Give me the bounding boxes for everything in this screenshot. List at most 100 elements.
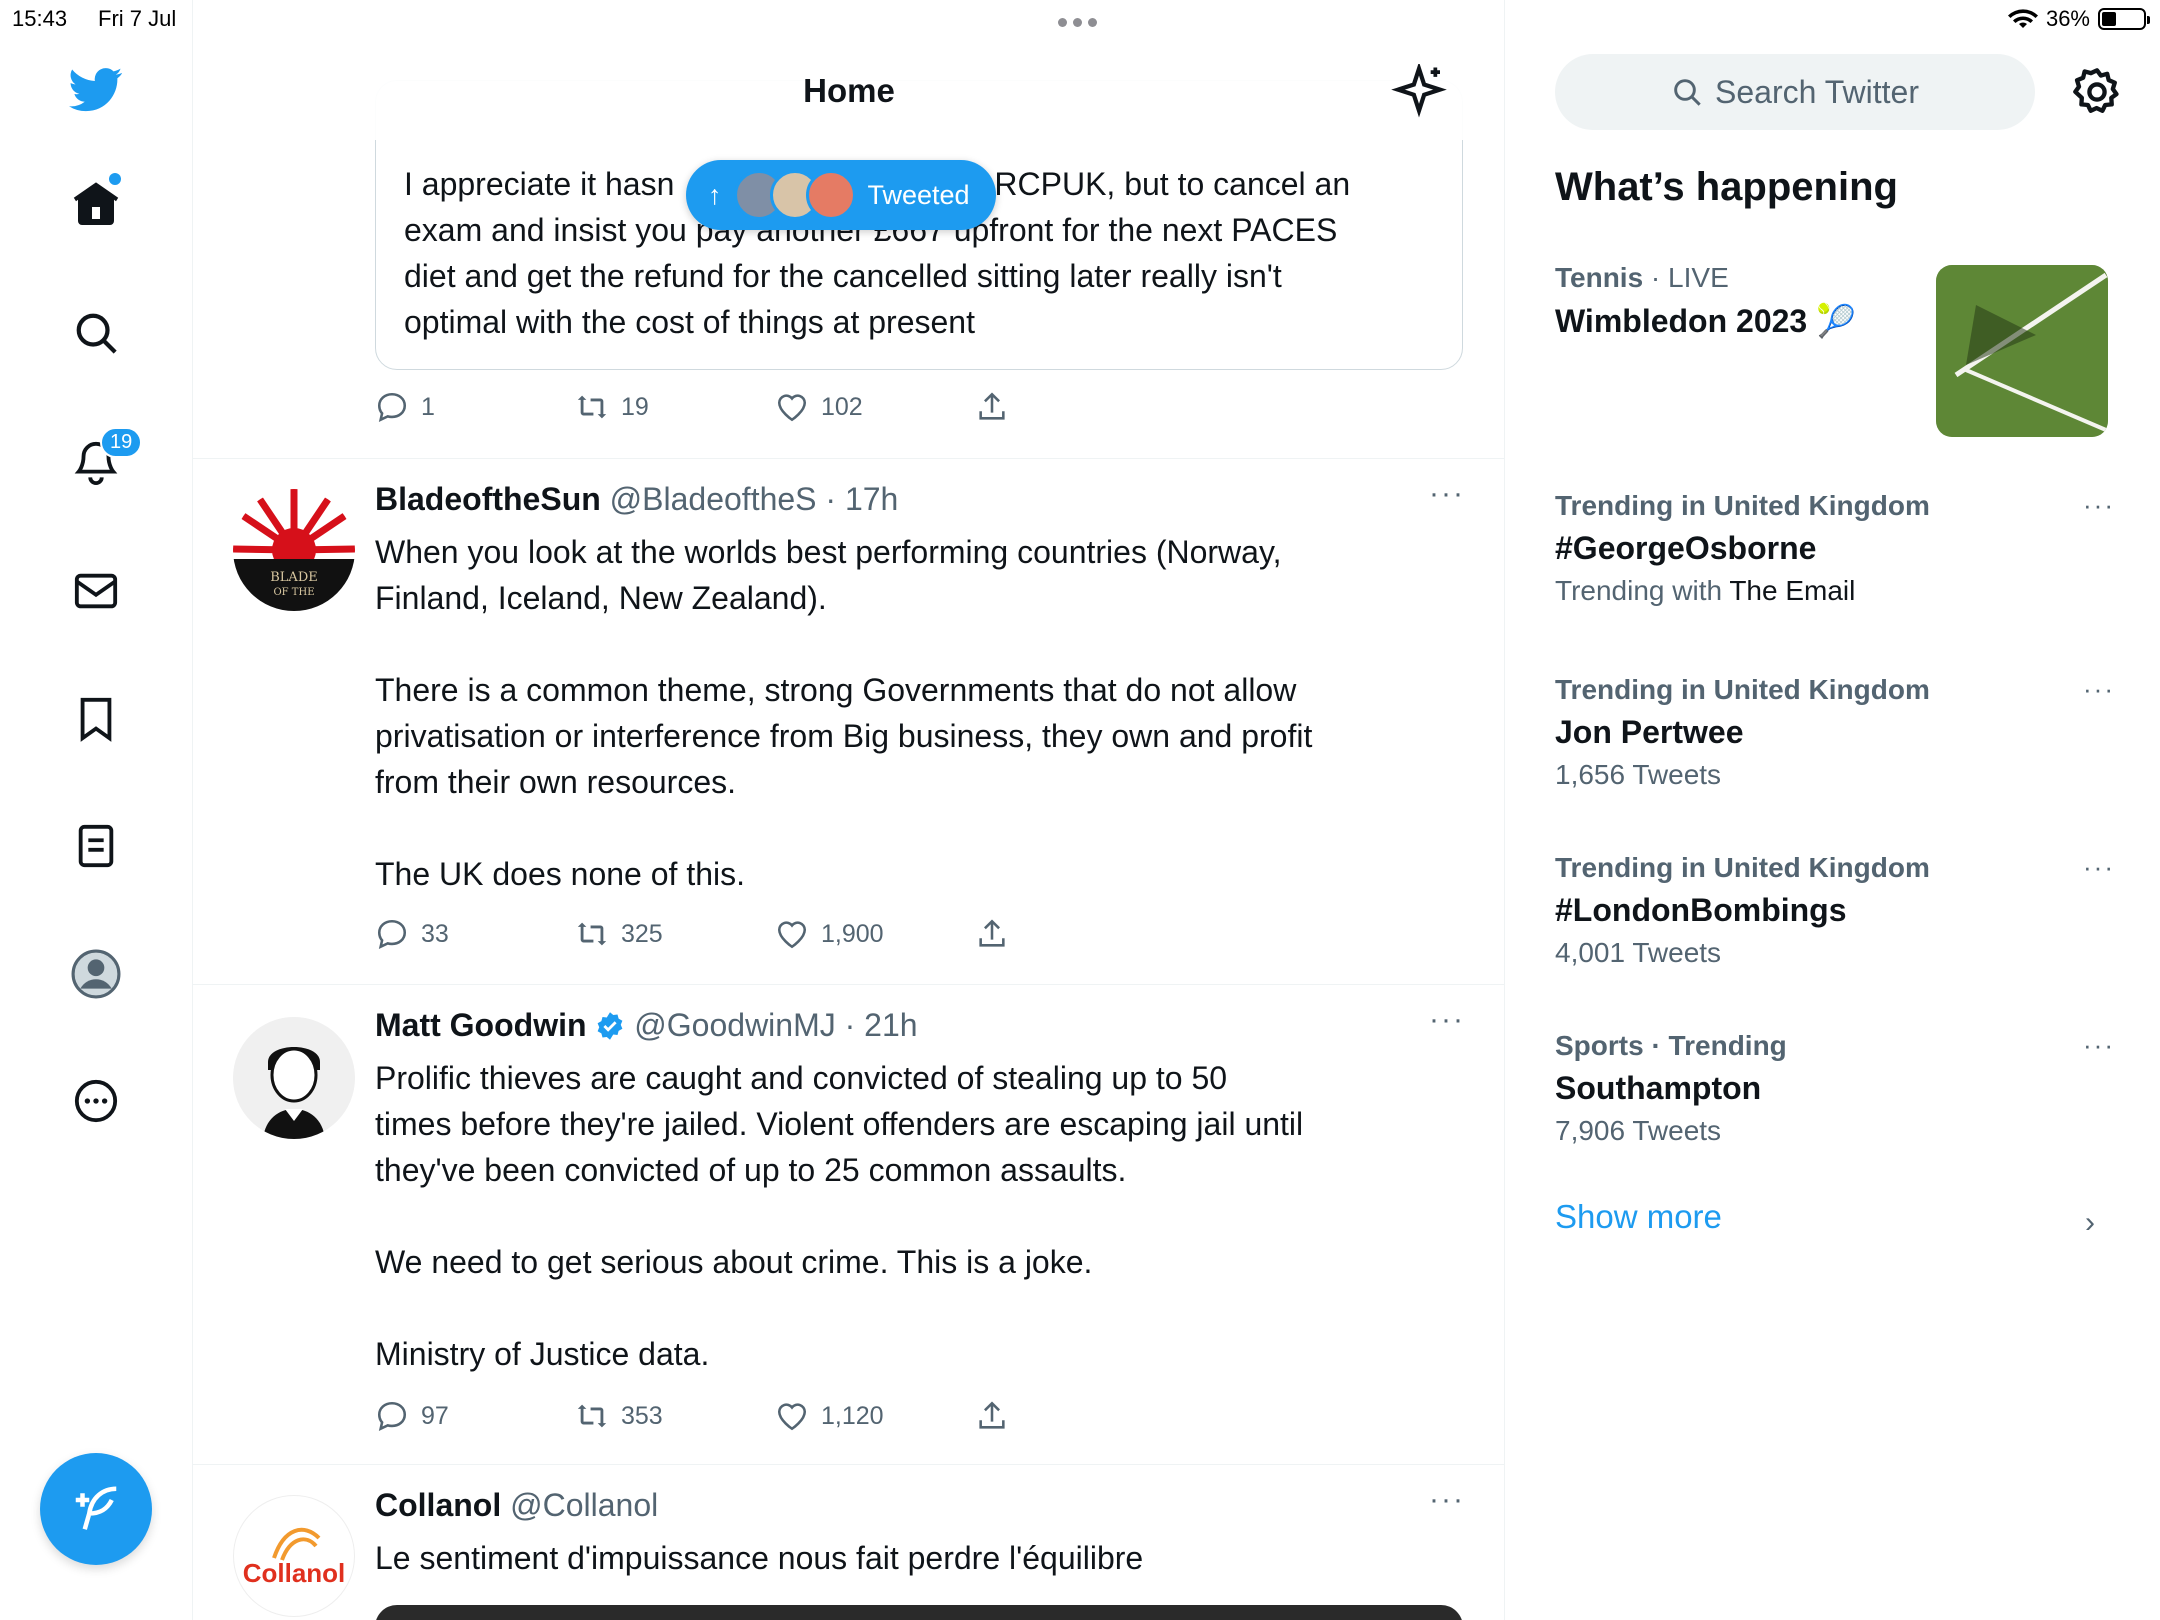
gear-icon[interactable] bbox=[2071, 66, 2123, 118]
show-more-link[interactable]: Show more bbox=[1555, 1198, 1722, 1236]
author-name[interactable]: Matt Goodwin bbox=[375, 1007, 587, 1043]
trend-title: Southampton bbox=[1555, 1070, 1762, 1106]
tweet-item[interactable]: BLADE OF THE BladeoftheSun @BladeoftheS … bbox=[193, 458, 1504, 984]
share-button[interactable] bbox=[975, 390, 1175, 424]
reply-count: 1 bbox=[421, 392, 435, 421]
notifications-nav-button[interactable]: 19 bbox=[56, 423, 143, 503]
feather-plus-icon bbox=[75, 1486, 117, 1530]
tweet-actions: 33 325 1,900 bbox=[375, 917, 1175, 951]
trend-count: 7,906 Tweets bbox=[1555, 1115, 1722, 1146]
trend-title: Jon Pertwee bbox=[1555, 714, 1744, 750]
trend-item[interactable]: Trending in United Kingdom #LondonBombin… bbox=[1555, 852, 2115, 969]
trend-more-button[interactable]: ··· bbox=[2083, 490, 2115, 521]
tweet-more-button[interactable]: ··· bbox=[1429, 1003, 1465, 1037]
tweet-time[interactable]: · 21h bbox=[845, 1007, 918, 1043]
trend-category-label: Trending in United Kingdom bbox=[1555, 852, 1930, 883]
quoted-tweet-line: optimal with the cost of things at prese… bbox=[404, 304, 975, 340]
reply-icon bbox=[377, 392, 407, 423]
sparkle-icon[interactable] bbox=[1391, 64, 1447, 120]
avatar[interactable] bbox=[233, 1017, 355, 1139]
explore-nav-button[interactable] bbox=[56, 293, 136, 373]
retweet-button[interactable]: 19 bbox=[575, 390, 775, 424]
bookmark-icon bbox=[80, 697, 112, 742]
tweet-time[interactable]: · 17h bbox=[825, 481, 898, 517]
tweet-more-button[interactable]: ··· bbox=[1429, 1483, 1465, 1517]
messages-nav-button[interactable] bbox=[56, 551, 136, 631]
trend-item[interactable]: Trending in United Kingdom #GeorgeOsborn… bbox=[1555, 490, 2115, 607]
reply-button[interactable]: 1 bbox=[375, 390, 575, 424]
reply-count: 97 bbox=[421, 1401, 449, 1430]
quoted-tweet-line: diet and get the refund for the cancelle… bbox=[404, 258, 1282, 294]
share-icon bbox=[979, 919, 1005, 947]
share-button[interactable] bbox=[975, 1399, 1175, 1433]
like-button[interactable]: 1,120 bbox=[775, 1399, 975, 1433]
tweet-item[interactable]: Matt Goodwin @GoodwinMJ · 21h ··· Prolif… bbox=[193, 984, 1504, 1464]
trend-subtitle: Trending with The Email bbox=[1555, 575, 1856, 606]
tweet-text: Prolific thieves are caught and convicte… bbox=[375, 1060, 1304, 1372]
wimbledon-thumbnail[interactable] bbox=[1936, 265, 2108, 437]
like-button[interactable]: 102 bbox=[775, 390, 975, 424]
trend-live-label: · LIVE bbox=[1643, 262, 1729, 293]
trend-item[interactable]: Sports · Trending Southampton 7,906 Twee… bbox=[1555, 1030, 2115, 1147]
trend-category-label: Tennis bbox=[1555, 262, 1644, 293]
bookmarks-nav-button[interactable] bbox=[56, 679, 136, 759]
heart-icon bbox=[777, 394, 807, 422]
main-timeline: Home ↑ Tweeted I appreciate it hasn RCPUK… bbox=[193, 0, 1505, 1620]
share-button[interactable] bbox=[975, 917, 1175, 951]
avatar[interactable]: BLADE OF THE bbox=[233, 489, 355, 611]
author-handle[interactable]: @Collanol bbox=[510, 1487, 658, 1523]
svg-text:OF THE: OF THE bbox=[273, 587, 314, 598]
more-nav-button[interactable] bbox=[56, 1061, 136, 1141]
tweet-header: Collanol @Collanol bbox=[375, 1487, 658, 1524]
like-count: 1,900 bbox=[821, 919, 884, 948]
author-handle[interactable]: @GoodwinMJ bbox=[634, 1007, 835, 1043]
trend-item[interactable]: Trending in United Kingdom Jon Pertwee 1… bbox=[1555, 674, 2115, 791]
avatar-lettering: BLADE bbox=[270, 570, 318, 585]
retweet-count: 19 bbox=[621, 392, 649, 421]
right-sidebar: Search Twitter What’s happening Tennis ·… bbox=[1505, 0, 2160, 1620]
trend-item[interactable]: Tennis · LIVE Wimbledon 2023 🎾 bbox=[1555, 262, 1935, 340]
arrow-up-icon: ↑ bbox=[708, 179, 722, 210]
twitter-logo-icon[interactable] bbox=[56, 50, 136, 130]
more-icon bbox=[74, 1079, 118, 1123]
pill-avatars bbox=[733, 170, 856, 220]
author-name[interactable]: BladeoftheSun bbox=[375, 481, 601, 517]
trend-more-button[interactable]: ··· bbox=[2083, 852, 2115, 883]
trend-title: Wimbledon 2023 bbox=[1555, 303, 1808, 339]
new-tweets-pill[interactable]: ↑ Tweeted bbox=[686, 160, 996, 230]
tweet-item[interactable]: Collanol Collanol @Collanol ··· Le senti… bbox=[193, 1464, 1504, 1620]
profile-nav-button[interactable] bbox=[56, 934, 136, 1014]
like-button[interactable]: 1,900 bbox=[775, 917, 975, 951]
reply-button[interactable]: 33 bbox=[375, 917, 575, 951]
quoted-text-part: I appreciate it hasn bbox=[404, 166, 675, 202]
reply-icon bbox=[377, 1401, 407, 1432]
home-icon bbox=[73, 182, 119, 225]
tennis-court-image bbox=[1936, 265, 2108, 437]
retweet-button[interactable]: 325 bbox=[575, 917, 775, 951]
trend-count: 4,001 Tweets bbox=[1555, 937, 1722, 968]
avatar[interactable]: Collanol bbox=[233, 1495, 355, 1617]
trend-category-label: Sports · Trending bbox=[1555, 1030, 1787, 1061]
trend-with-link[interactable]: The Email bbox=[1729, 575, 1855, 606]
search-input[interactable]: Search Twitter bbox=[1555, 54, 2035, 130]
tweet-actions: 97 353 1,120 bbox=[375, 1399, 1175, 1433]
retweet-count: 325 bbox=[621, 919, 663, 948]
author-handle[interactable]: @BladeoftheS bbox=[610, 481, 817, 517]
reply-button[interactable]: 97 bbox=[375, 1399, 575, 1433]
trend-more-button[interactable]: ··· bbox=[2083, 1030, 2115, 1061]
tweet-text: Le sentiment d'impuissance nous fait per… bbox=[375, 1540, 1144, 1576]
retweet-button[interactable]: 353 bbox=[575, 1399, 775, 1433]
author-name[interactable]: Collanol bbox=[375, 1487, 501, 1523]
trend-category-label: Trending in United Kingdom bbox=[1555, 490, 1930, 521]
search-placeholder: Search Twitter bbox=[1715, 73, 1919, 110]
retweet-icon bbox=[577, 395, 607, 419]
portrait-avatar bbox=[233, 1017, 355, 1139]
tweet-media[interactable] bbox=[375, 1605, 1463, 1620]
lists-nav-button[interactable] bbox=[56, 806, 136, 886]
tweet-more-button[interactable]: ··· bbox=[1429, 477, 1465, 511]
compose-tweet-button[interactable] bbox=[40, 1453, 152, 1565]
trend-more-button[interactable]: ··· bbox=[2083, 674, 2115, 705]
retweet-icon bbox=[577, 922, 607, 946]
whats-happening-heading: What’s happening bbox=[1555, 165, 1898, 209]
home-nav-button[interactable] bbox=[56, 163, 136, 243]
